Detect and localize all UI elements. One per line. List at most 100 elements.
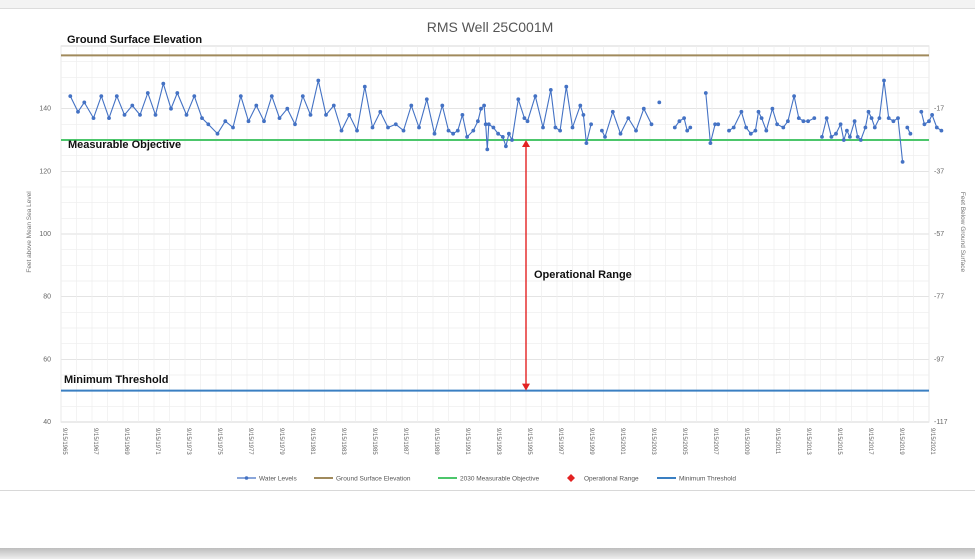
x-tick-label: 9/15/1991 (464, 428, 470, 455)
water-level-point (634, 128, 638, 133)
x-tick-label: 9/15/2021 (929, 428, 935, 455)
chart-axes: 40 60 80 100 120 140 -117 -97 -77 -57 -37 -17 9/15/1… (39, 106, 947, 456)
water-level-point (786, 119, 790, 124)
water-level-point (649, 122, 654, 127)
water-level-point (355, 128, 359, 133)
y2-tick-label: -37 (934, 168, 944, 175)
x-tick-label: 9/15/1971 (154, 428, 160, 455)
x-tick-label: 9/15/1985 (371, 428, 377, 455)
water-level-point (99, 94, 104, 98)
water-level-point (269, 94, 274, 98)
water-level-point (293, 122, 297, 127)
water-level-point (184, 113, 189, 117)
water-level-point (386, 125, 390, 130)
water-level-point (829, 135, 834, 139)
water-level-point (672, 125, 677, 130)
water-level-point (460, 113, 465, 117)
water-level-point (409, 103, 414, 108)
water-level-point (378, 109, 383, 114)
water-level-point (455, 128, 460, 133)
y2-axis-title: Feet Below Ground Surface (959, 192, 966, 273)
water-level-point (500, 135, 505, 139)
x-tick-label: 9/15/2009 (743, 428, 749, 455)
x-tick-label: 9/15/1977 (247, 428, 253, 455)
water-level-point (482, 103, 486, 108)
water-level-point (401, 128, 406, 133)
chart-title: RMS Well 25C001M (427, 19, 554, 35)
water-level-point (122, 113, 127, 117)
water-level-point (731, 125, 736, 130)
water-level-point (891, 119, 896, 124)
water-level-point (246, 119, 251, 124)
water-level-point (838, 122, 843, 127)
water-level-point (820, 135, 824, 139)
water-level-line (601, 107, 652, 139)
water-level-point (339, 128, 344, 133)
water-level-point (175, 91, 180, 95)
water-level-point (886, 116, 891, 120)
water-level-point (905, 125, 910, 130)
water-level-point (107, 116, 111, 120)
water-level-point (753, 128, 758, 133)
water-level-point (716, 122, 721, 127)
x-tick-label: 9/15/2007 (712, 428, 718, 455)
water-level-point (781, 125, 786, 130)
water-level-point (522, 116, 527, 120)
y2-tick-label: -117 (934, 419, 948, 426)
water-level-point (848, 135, 852, 139)
water-level-point (486, 122, 491, 127)
x-tick-label: 9/15/1979 (278, 428, 284, 455)
y2-tick-label: -77 (934, 294, 944, 301)
water-level-point (852, 119, 857, 124)
y2-tick-label: -17 (934, 106, 944, 113)
water-level-point (324, 113, 328, 117)
water-level-point (934, 125, 939, 130)
water-level-point (114, 94, 119, 98)
water-level-line (728, 95, 815, 135)
operational-range-arrowhead-top (522, 140, 530, 147)
water-level-point (169, 106, 173, 111)
water-level-point (491, 125, 496, 130)
water-level-point (91, 116, 96, 120)
legend-label-op: Operational Range (584, 475, 639, 482)
x-tick-label: 9/15/1969 (123, 428, 129, 455)
water-level-point (812, 116, 817, 120)
water-level-point (510, 138, 514, 142)
water-level-point (215, 131, 220, 136)
water-level-point (362, 84, 367, 89)
water-level-point (584, 141, 589, 146)
water-level-point (626, 116, 631, 120)
water-level-point (541, 125, 545, 130)
chart-page: Ground Surface Elevation Measurable Objec… (0, 0, 975, 559)
water-level-point (578, 103, 583, 108)
water-level-point (446, 128, 451, 133)
water-level-point (558, 128, 562, 133)
water-level-point (451, 131, 455, 136)
water-level-point (858, 138, 863, 142)
water-level-point (581, 113, 586, 117)
x-tick-label: 9/15/1965 (61, 428, 67, 455)
legend-label-water: Water Levels (259, 475, 297, 482)
water-level-point (866, 109, 871, 114)
reference-label-gse: Ground Surface Elevation (67, 34, 202, 46)
water-level-point (801, 119, 806, 124)
x-tick-label: 9/15/1997 (557, 428, 563, 455)
x-tick-label: 9/15/1973 (185, 428, 191, 455)
water-level-point (440, 103, 445, 108)
water-level-point (192, 94, 197, 98)
water-level-point (927, 119, 931, 124)
water-level-point (145, 91, 150, 95)
water-level-point (485, 147, 490, 152)
water-level-point (200, 116, 204, 120)
water-level-point (834, 131, 838, 136)
water-level-point (308, 113, 313, 117)
water-level-point (138, 113, 142, 117)
water-level-point (238, 94, 243, 98)
water-level-point (770, 106, 775, 111)
water-level-point (900, 160, 905, 164)
operational-range-label: Operational Range (534, 269, 632, 281)
water-level-point (504, 144, 508, 149)
x-tick-label: 9/15/1983 (340, 428, 346, 455)
x-tick-label: 9/15/1995 (526, 428, 532, 455)
water-level-point (370, 125, 375, 130)
